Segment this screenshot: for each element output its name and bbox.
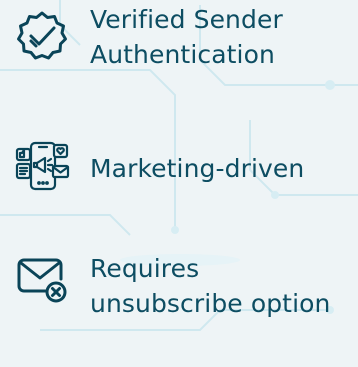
feature-marketing-driven: Marketing-driven — [0, 135, 358, 205]
verified-badge-icon — [14, 8, 70, 64]
mail-unsubscribe-icon — [14, 251, 70, 307]
feature-label: Verified Sender Authentication — [90, 5, 283, 69]
feature-verified-sender: Verified Sender Authentication — [0, 0, 358, 100]
feature-unsubscribe-option: Requires unsubscribe option — [0, 245, 358, 367]
feature-label: Requires unsubscribe option — [90, 254, 331, 318]
mobile-marketing-icon — [14, 139, 70, 195]
feature-label: Marketing-driven — [90, 154, 305, 183]
